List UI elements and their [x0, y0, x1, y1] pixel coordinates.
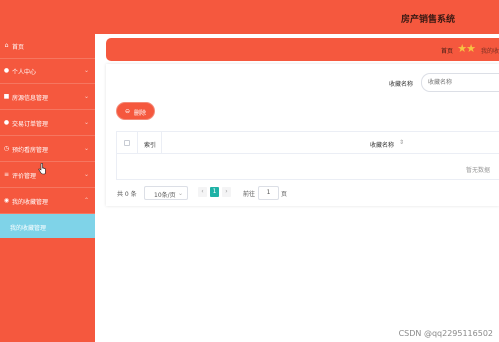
- sidebar-item-label: 房源信息管理: [12, 95, 49, 102]
- sidebar-subitem-my-favorites[interactable]: 我的收藏管理: [0, 214, 95, 238]
- sidebar-item-label: 预约看房管理: [12, 147, 49, 154]
- goto-page-input[interactable]: 1: [258, 186, 279, 200]
- chevron-down-icon: ⌄: [83, 67, 89, 74]
- sidebar-item-reviews[interactable]: ≡ 评价管理 ⌄: [0, 163, 95, 188]
- sidebar: ⌂ 首页 ● 个人中心 ⌄ ■ 房源信息管理 ⌄ ● 交易订单管理 ⌄ ◷ 预约…: [0, 34, 95, 342]
- delete-icon: ⊖: [125, 108, 131, 115]
- home-icon: ⌂: [4, 42, 9, 49]
- page-unit-label: 页: [281, 191, 288, 198]
- calendar-icon: ◷: [3, 145, 10, 152]
- total-count: 共 0 条: [117, 191, 137, 198]
- empty-state-text: 暂无数据: [466, 167, 491, 174]
- search-label: 收藏名称: [389, 81, 414, 88]
- sidebar-item-listings[interactable]: ■ 房源信息管理 ⌄: [0, 85, 95, 110]
- next-page-button[interactable]: ›: [222, 187, 231, 197]
- user-icon: ●: [3, 67, 10, 74]
- chevron-down-icon: ⌄: [177, 190, 183, 197]
- sidebar-item-profile[interactable]: ● 个人中心 ⌄: [0, 59, 95, 84]
- favorites-table: 索引 收藏名称 ⇕ 暂无数据: [116, 131, 499, 180]
- top-header-bar: 房产销售系统: [0, 0, 499, 34]
- page-size-value: 10条/页: [154, 192, 176, 199]
- column-divider: [161, 132, 162, 154]
- user-icon: ●: [3, 119, 10, 126]
- sidebar-item-label: 首页: [12, 44, 25, 51]
- search-input[interactable]: [421, 73, 499, 92]
- sidebar-item-label: 交易订单管理: [12, 121, 49, 128]
- sidebar-item-home[interactable]: ⌂ 首页: [0, 34, 95, 59]
- page-size-select[interactable]: 10条/页 ⌄: [144, 186, 188, 200]
- sidebar-item-label: 我的收藏管理: [12, 199, 49, 206]
- column-header-name[interactable]: 收藏名称: [370, 140, 394, 149]
- breadcrumb: 首页 ★★ 我的收: [106, 38, 499, 61]
- hand-cursor-icon: [38, 163, 46, 175]
- sidebar-item-favorites[interactable]: ◉ 我的收藏管理 ⌃: [0, 189, 95, 214]
- list-icon: ≡: [3, 171, 10, 178]
- goto-label: 前往: [243, 191, 256, 198]
- app-title: 房产销售系统: [400, 15, 455, 25]
- chevron-down-icon: ⌄: [83, 93, 89, 100]
- breadcrumb-home-link[interactable]: 首页: [441, 46, 453, 55]
- chevron-down-icon: ⌄: [83, 145, 89, 152]
- house-icon: ■: [3, 93, 10, 100]
- prev-page-button[interactable]: ‹: [198, 187, 207, 197]
- current-page-button[interactable]: 1: [210, 187, 219, 197]
- sort-icon[interactable]: ⇕: [399, 139, 404, 146]
- watermark: CSDN @qq2295116502: [398, 329, 493, 338]
- sidebar-item-label: 个人中心: [12, 69, 37, 76]
- sidebar-subitem-label: 我的收藏管理: [10, 225, 47, 232]
- chevron-up-icon: ⌃: [83, 197, 89, 204]
- sidebar-item-viewings[interactable]: ◷ 预约看房管理 ⌄: [0, 137, 95, 162]
- column-divider: [137, 132, 138, 154]
- star-icon: ★★: [457, 42, 476, 55]
- table-header: 索引 收藏名称 ⇕: [117, 132, 499, 154]
- column-header-index: 索引: [144, 142, 157, 149]
- chevron-down-icon: ⌄: [83, 119, 89, 126]
- select-all-checkbox[interactable]: [124, 140, 130, 146]
- star-icon: ◉: [3, 197, 10, 204]
- delete-button[interactable]: ⊖ 删除: [116, 102, 155, 120]
- chevron-down-icon: ⌄: [83, 171, 89, 178]
- delete-button-label: 删除: [134, 110, 147, 117]
- sidebar-item-label: 评价管理: [12, 173, 37, 180]
- sidebar-item-orders[interactable]: ● 交易订单管理 ⌄: [0, 111, 95, 136]
- breadcrumb-current: 我的收: [480, 48, 499, 55]
